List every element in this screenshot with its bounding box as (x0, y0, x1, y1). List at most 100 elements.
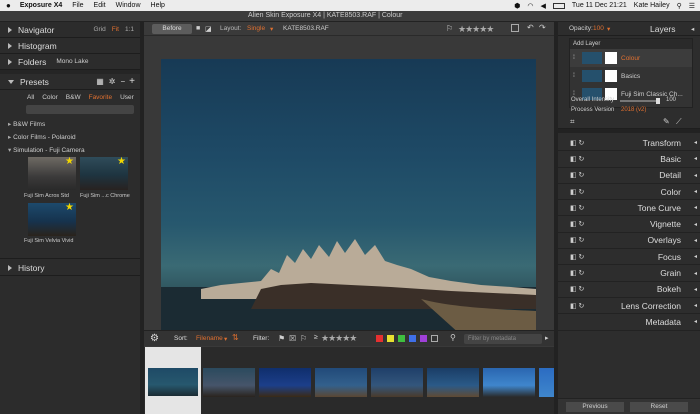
panel-metadata[interactable]: Metadata ◂ (558, 314, 700, 331)
folders-header[interactable]: Folders Mono Lake (0, 54, 140, 70)
tab-favorite[interactable]: Favorite (86, 94, 115, 101)
gradient-icon[interactable]: ⟋ (676, 117, 682, 127)
histogram-header[interactable]: Histogram (0, 38, 140, 54)
layer-mask[interactable] (605, 70, 617, 82)
toggle-icon[interactable]: ◧ ↻ (570, 285, 584, 293)
panel-lens-correction[interactable]: ◧ ↻ Lens Correction ◂ (558, 298, 700, 315)
brush-icon[interactable]: ✎ (663, 117, 670, 126)
slider-thumb[interactable] (656, 98, 660, 104)
volume-icon[interactable]: ◀ (541, 2, 546, 10)
tab-all[interactable]: All (24, 94, 37, 101)
user-name[interactable]: Kate Hailey (634, 2, 670, 9)
blue-filter[interactable] (409, 335, 416, 342)
presets-header[interactable]: Presets ▦ ✲ − + (0, 74, 140, 90)
apple-icon[interactable]: ● (6, 1, 11, 10)
preset-group-bw[interactable]: ▸ B&W Films (8, 118, 140, 131)
tab-user[interactable]: User (117, 94, 137, 101)
filmstrip-thumb[interactable] (483, 368, 535, 397)
menu-list-icon[interactable]: ☰ (689, 2, 695, 10)
metadata-filter-input[interactable]: Filter by metadata (464, 334, 542, 344)
app-menu[interactable]: Exposure X4 (20, 2, 62, 9)
navigator-header[interactable]: Navigator Grid Fit 1:1 (0, 22, 140, 38)
settings-icon[interactable]: ✲ (109, 77, 116, 86)
filmstrip-thumb[interactable] (203, 368, 255, 397)
toggle-icon[interactable]: ◧ ↻ (570, 139, 584, 147)
tab-color[interactable]: Color (39, 94, 61, 101)
filmstrip-thumb[interactable] (539, 368, 554, 397)
toggle-icon[interactable]: ◧ ↻ (570, 253, 584, 261)
preset-thumb-chrome[interactable]: ★ (80, 156, 128, 190)
history-header[interactable]: History (0, 260, 140, 276)
panel-vignette[interactable]: ◧ ↻ Vignette ◂ (558, 216, 700, 233)
previous-button[interactable]: Previous (566, 402, 624, 412)
purple-filter[interactable] (420, 335, 427, 342)
unflagged-filter-icon[interactable]: ⚐ (300, 334, 307, 343)
crop-icon[interactable]: ⌗ (570, 117, 575, 127)
panel-transform[interactable]: ◧ ↻ Transform ◂ (558, 135, 700, 152)
preset-group-color-polaroid[interactable]: ▸ Color Films - Polaroid (8, 131, 140, 144)
red-filter[interactable] (376, 335, 383, 342)
add-preset-icon[interactable]: + (129, 76, 135, 87)
rotate-right-icon[interactable]: ↷ (539, 23, 546, 32)
grid-view-icon[interactable]: ▦ (96, 77, 104, 86)
menu-edit[interactable]: Edit (94, 2, 106, 9)
before-button[interactable]: Before (152, 24, 192, 34)
main-photo[interactable] (161, 59, 536, 335)
rotate-left-icon[interactable]: ↶ (527, 23, 534, 32)
preset-thumb-velvia[interactable]: ★ (28, 202, 76, 236)
layer-row-colour[interactable]: ⁞ Colour (570, 49, 692, 67)
drag-handle-icon[interactable]: ⁞ (570, 55, 578, 61)
wifi-icon[interactable]: ◠ (527, 2, 533, 10)
filmstrip-thumb[interactable] (371, 368, 423, 397)
datetime[interactable]: Tue 11 Dec 21:21 (572, 2, 627, 9)
preset-search-input[interactable] (26, 105, 134, 114)
zoom-1to1[interactable]: 1:1 (125, 26, 134, 33)
preset-thumb-acros[interactable]: ★ (28, 156, 76, 190)
menu-file[interactable]: File (72, 2, 83, 9)
zoom-fit[interactable]: Fit (112, 26, 119, 33)
filmstrip-thumb-selected[interactable] (145, 347, 201, 414)
panel-detail[interactable]: ◧ ↻ Detail ◂ (558, 168, 700, 184)
zoom-grid[interactable]: Grid (93, 26, 105, 33)
toggle-icon[interactable]: ◧ ↻ (570, 171, 584, 179)
panel-bokeh[interactable]: ◧ ↻ Bokeh ◂ (558, 282, 700, 298)
process-version-select[interactable]: 2018 (v2) (621, 107, 646, 113)
eyedropper-icon[interactable]: ⚲ (450, 333, 456, 342)
panel-focus[interactable]: ◧ ↻ Focus ◂ (558, 249, 700, 266)
panel-grain[interactable]: ◧ ↻ Grain ◂ (558, 265, 700, 282)
flag-filter-icon[interactable]: ⚑ (278, 334, 285, 343)
battery-icon[interactable] (552, 2, 565, 9)
minus-icon[interactable]: − (120, 77, 125, 86)
rating-filter-stars[interactable]: ★★★★★ (321, 333, 357, 344)
toggle-icon[interactable]: ◧ ↻ (570, 302, 584, 310)
chevron-down-icon[interactable]: ▾ (270, 25, 273, 33)
no-color-filter[interactable] (431, 335, 438, 342)
toggle-icon[interactable]: ◧ ↻ (570, 269, 584, 277)
toggle-icon[interactable]: ◧ ↻ (570, 236, 584, 244)
compare-icon[interactable]: ◪ (205, 25, 212, 33)
chevron-right-icon[interactable]: ▸ (545, 334, 549, 342)
layer-mask[interactable] (605, 52, 617, 64)
sort-direction-icon[interactable]: ⇅ (232, 333, 239, 342)
intensity-slider[interactable] (620, 98, 660, 104)
opacity-value[interactable]: 100 (593, 25, 604, 32)
filmstrip-thumb[interactable] (259, 368, 311, 397)
toggle-icon[interactable]: ◧ ↻ (570, 220, 584, 228)
search-icon[interactable]: ⚲ (677, 2, 682, 10)
single-view-icon[interactable]: ■ (196, 25, 200, 32)
sort-select[interactable]: Filename (196, 335, 223, 342)
favorite-star-icon[interactable]: ★ (65, 156, 74, 167)
chevron-down-icon[interactable]: ▾ (607, 25, 610, 33)
overall-intensity-value[interactable]: 100 (666, 97, 676, 103)
toggle-icon[interactable]: ◧ ↻ (570, 188, 584, 196)
add-layer-button[interactable]: Add Layer (570, 39, 692, 49)
chevron-left-icon[interactable]: ◂ (691, 25, 694, 33)
favorite-star-icon[interactable]: ★ (117, 156, 126, 167)
layout-select[interactable]: Single (247, 25, 265, 32)
menu-window[interactable]: Window (116, 2, 141, 9)
yellow-filter[interactable] (387, 335, 394, 342)
tab-bw[interactable]: B&W (63, 94, 84, 101)
chevron-down-icon[interactable]: ▾ (224, 335, 227, 343)
favorite-star-icon[interactable]: ★ (65, 202, 74, 213)
color-label-box[interactable] (511, 24, 519, 32)
